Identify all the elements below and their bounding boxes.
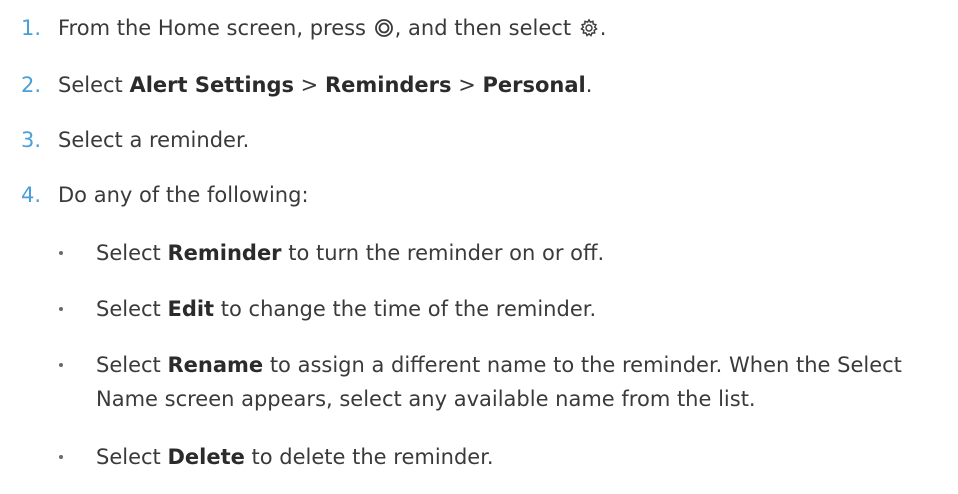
step-text: Select a reminder. bbox=[58, 128, 250, 152]
option-rename: Rename bbox=[167, 353, 264, 377]
step-text-part: , and then select bbox=[394, 16, 578, 40]
bullet-text-part: to assign a different name to the remind… bbox=[263, 353, 902, 377]
bullet-text-part: Select bbox=[96, 353, 168, 377]
step-text-part: . bbox=[585, 73, 593, 97]
bullet-dot bbox=[59, 455, 63, 459]
option-reminder: Reminder bbox=[167, 241, 282, 265]
menu-button-icon bbox=[374, 16, 394, 46]
menu-path-personal: Personal bbox=[482, 73, 586, 97]
bullet-dot bbox=[59, 307, 63, 311]
step-number: 1. bbox=[21, 16, 42, 40]
step-text-part: From the Home screen, press bbox=[58, 16, 373, 40]
bullet-text: Select Edit to change the time of the re… bbox=[96, 294, 596, 324]
menu-path-reminders: Reminders bbox=[324, 73, 452, 97]
step-text-part: Select bbox=[58, 73, 130, 97]
bullet-text: Select Rename to assign a different name… bbox=[96, 350, 902, 380]
bullet-text-part: Select bbox=[96, 241, 168, 265]
step-number: 2. bbox=[21, 73, 42, 97]
bullet-text-continued: Name screen appears, select any availabl… bbox=[96, 387, 756, 411]
option-delete: Delete bbox=[167, 445, 245, 469]
bullet-text: Select Reminder to turn the reminder on … bbox=[96, 238, 604, 268]
path-separator: > bbox=[451, 73, 483, 97]
step-number: 3. bbox=[21, 128, 42, 152]
step-text: From the Home screen, press , and then s… bbox=[58, 13, 606, 46]
gear-icon bbox=[579, 16, 599, 46]
bullet-text: Select Delete to delete the reminder. bbox=[96, 442, 494, 472]
bullet-text-part: to delete the reminder. bbox=[244, 445, 494, 469]
path-separator: > bbox=[294, 73, 325, 97]
step-number: 4. bbox=[21, 183, 42, 207]
step-text: Do any of the following: bbox=[58, 183, 309, 207]
bullet-text-part: Select bbox=[96, 297, 168, 321]
bullet-text-part: to turn the reminder on or off. bbox=[281, 241, 605, 265]
bullet-dot bbox=[59, 251, 63, 255]
bullet-text-part: Select bbox=[96, 445, 168, 469]
bullet-text-part: to change the time of the reminder. bbox=[214, 297, 597, 321]
bullet-dot bbox=[59, 363, 63, 367]
option-edit: Edit bbox=[167, 297, 215, 321]
step-text-part: . bbox=[599, 16, 607, 40]
step-text: Select Alert Settings > Reminders > Pers… bbox=[58, 70, 592, 100]
menu-path-alert-settings: Alert Settings bbox=[129, 73, 294, 97]
